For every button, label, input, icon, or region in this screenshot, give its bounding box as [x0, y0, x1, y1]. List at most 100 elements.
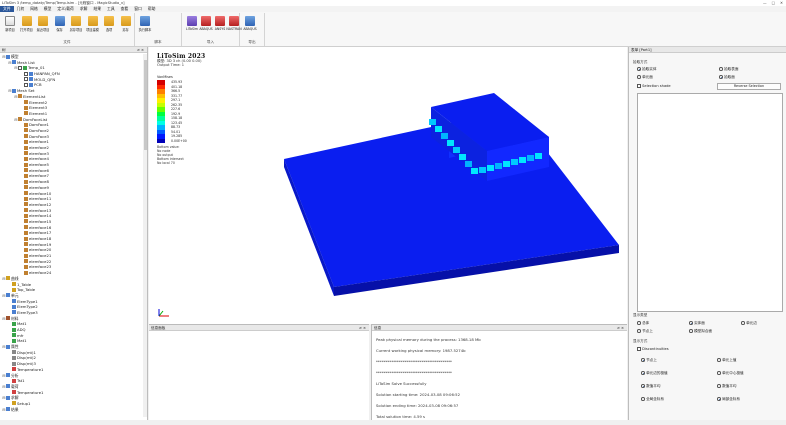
tree-node-label: elemface2: [29, 145, 49, 150]
tree-node-icon: [12, 401, 16, 406]
ribbon-button-2-1[interactable]: ABAQUS: [199, 15, 213, 35]
selection-shade-checkbox[interactable]: Selection shade: [637, 84, 671, 88]
pin-icon[interactable]: ≠ ×: [617, 325, 624, 331]
tree-node-icon: [6, 54, 10, 59]
display-edge-radio[interactable]: 单元边: [741, 321, 757, 326]
tree-node-icon: [24, 173, 28, 178]
tree-node-label: Temperature1: [17, 366, 44, 372]
tree-node-icon: [18, 94, 22, 99]
tree-node-icon: [18, 117, 22, 122]
display-global-radio[interactable]: 总体: [637, 321, 649, 326]
element-face-radio[interactable]: 单元面: [637, 75, 653, 80]
ribbon-button-0-2[interactable]: 最近项目: [36, 15, 50, 35]
tree-node-label: Element3: [29, 105, 48, 111]
ribbon-button-3-0[interactable]: ABAQUS: [243, 15, 257, 35]
info-panel-header: 信息面板 ≠ ×: [149, 325, 369, 331]
tree-node-icon: [24, 151, 28, 156]
pick-surface-radio[interactable]: 拾取表面: [719, 67, 738, 72]
ribbon-button-0-6[interactable]: 选项: [102, 15, 116, 35]
tree-node-icon: [29, 77, 33, 82]
visibility-checkbox[interactable]: [24, 82, 28, 87]
tree-node-label: DomFaceList: [23, 116, 48, 122]
pin-icon[interactable]: ≠ ×: [137, 47, 144, 53]
tree-node[interactable]: ⊟ 结果: [0, 407, 147, 413]
pin-icon[interactable]: ≠ ×: [359, 325, 366, 331]
ribbon-group-3: ABAQUS 导出: [240, 13, 265, 46]
tree-node-label: Setup1: [17, 400, 31, 406]
tree-node-icon: [24, 225, 28, 230]
tree-node-icon: [24, 236, 28, 241]
display-type-label: 显示类型: [633, 313, 648, 317]
log-line: ****************************************: [376, 359, 452, 364]
model-render: [284, 93, 619, 296]
save-folder-icon: [120, 16, 131, 26]
ribbon-button-2-2[interactable]: ANSYS: [213, 15, 227, 35]
pick-face-radio[interactable]: 拾取面: [719, 75, 735, 80]
tree-scrollbar[interactable]: [143, 54, 147, 417]
tree-node-icon: [6, 276, 10, 281]
display-node-radio[interactable]: 节点上: [637, 329, 653, 334]
visibility-checkbox[interactable]: [24, 71, 28, 76]
open-folder-icon: [21, 16, 32, 26]
display-solid-face-radio[interactable]: 实体面: [689, 321, 705, 326]
ribbon-button-2-3[interactable]: NASTRAN: [226, 15, 242, 35]
ribbon-button-2-0[interactable]: LiToSim: [185, 15, 199, 35]
opt-global-cs-radio[interactable]: 全局坐标系: [641, 397, 664, 402]
tree-node-icon: [12, 299, 16, 304]
info-panel: 信息面板 ≠ ×: [149, 324, 369, 420]
tree-node-icon: [24, 270, 28, 275]
discontinuities-checkbox[interactable]: Discontinuities: [637, 347, 669, 351]
opt-element-radio[interactable]: 单元上值: [717, 358, 736, 363]
tree-node-label: Mat1: [17, 321, 27, 327]
tree-node-icon: [12, 282, 16, 286]
tree-node-label: Disp(mt)1: [17, 349, 36, 355]
tree-node-label: elemface15: [29, 218, 52, 224]
ribbon-group-label: 导出: [248, 40, 256, 44]
tree-node-icon: [6, 407, 10, 412]
tree-node-icon: [12, 60, 16, 65]
tree-node-label: elemface21: [29, 253, 52, 259]
tree-node-label: DomFace3: [29, 133, 49, 139]
opt-average2-radio[interactable]: 数值平均: [717, 384, 736, 389]
ribbon-group-label: 脚本: [154, 40, 162, 44]
opt-node-radio[interactable]: 节点上: [641, 358, 657, 363]
tree-node-label: DomFace2: [29, 127, 49, 133]
ribbon-button-0-5[interactable]: 项目建模: [86, 15, 100, 35]
pick-mode-label: 拾取方式: [633, 60, 648, 64]
pick-solid-radio[interactable]: 拾取实体: [637, 67, 656, 72]
reverse-selection-button[interactable]: Reverse Selection: [717, 83, 781, 90]
tree-node-label: 载荷: [11, 383, 19, 389]
tree-node-label: elemface14: [29, 213, 52, 219]
tree-node-label: elemface9: [29, 184, 49, 190]
3d-viewport[interactable]: LiToSim 2023 模型: 3D 3 ch (0.00 0.00) Out…: [149, 47, 627, 324]
tree-node-label: elemface11: [29, 196, 52, 202]
tree-scrollbar-thumb[interactable]: [143, 60, 147, 150]
opt-edge-extreme-radio[interactable]: 单元边的极值: [641, 371, 668, 376]
tree-node-label: elemface1: [29, 139, 49, 145]
visibility-checkbox[interactable]: [18, 65, 22, 70]
tree-node-icon: [24, 264, 28, 269]
tree-node-icon: [24, 196, 28, 201]
display-fit-radio[interactable]: 模型拟合面: [689, 329, 712, 334]
visibility-checkbox[interactable]: [24, 77, 28, 82]
tree-node-label: DomFace1: [29, 122, 49, 128]
tree-panel-title: 树: [2, 48, 6, 52]
ribbon-button-0-1[interactable]: 打开项目: [20, 15, 34, 35]
tree-node-icon: [23, 65, 27, 70]
tree-node-label: Disp(mt)2: [17, 355, 36, 361]
opt-average-radio[interactable]: 数值平均: [641, 384, 660, 389]
ribbon-button-1-0[interactable]: 执行脚本: [138, 15, 152, 35]
ribbon-button-0-0[interactable]: 新项目: [3, 15, 17, 35]
message-panel-title: 信息: [374, 326, 382, 330]
opt-center-extreme-radio[interactable]: 单元中心极值: [717, 371, 744, 376]
ribbon-button-0-7[interactable]: 另存: [119, 15, 133, 35]
ribbon-group-label: 导入: [206, 40, 215, 44]
opt-local-cs-radio[interactable]: 局部坐标系: [717, 397, 740, 402]
new-project-icon: [5, 16, 15, 26]
tree-node-label: elemface22: [29, 258, 52, 264]
selection-list[interactable]: [637, 93, 783, 312]
tree-node-label: elemface20: [29, 247, 52, 253]
ribbon-button-0-3[interactable]: 保存: [53, 15, 67, 35]
ribbon-button-0-4[interactable]: 另存项目: [69, 15, 83, 35]
tree-node-icon: [12, 333, 16, 338]
